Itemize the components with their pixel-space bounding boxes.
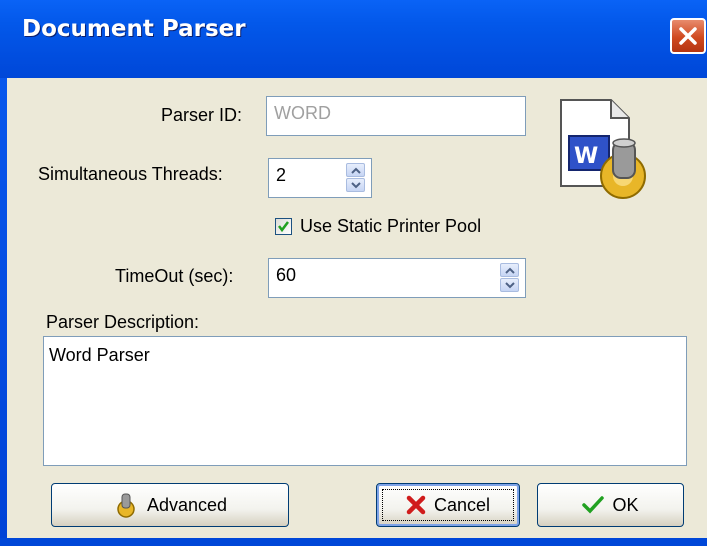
red-x-icon [406,495,426,515]
close-icon [679,27,697,45]
word-parser-icon: W [560,99,646,199]
description-label: Parser Description: [46,312,200,332]
arrow-down-icon [505,282,515,289]
gear-icon [117,493,135,518]
threads-spin-down[interactable] [346,178,365,192]
description-textarea[interactable]: Word Parser [43,336,687,466]
cancel-label: Cancel [433,494,491,515]
static-pool-checkbox[interactable] [275,218,292,235]
threads-label: Simultaneous Threads: [38,164,223,184]
arrow-up-icon [505,267,515,274]
static-pool-label[interactable]: Use Static Printer Pool [300,216,481,237]
advanced-label: Advanced [146,494,228,515]
timeout-label: TimeOut (sec): [115,266,234,286]
arrow-down-icon [351,182,361,189]
parser-id-field: WORD [266,96,526,136]
parser-id-label: Parser ID: [161,105,243,125]
timeout-spin-down[interactable] [500,278,519,292]
check-icon [278,221,289,233]
advanced-button[interactable]: Advanced [51,483,289,527]
timeout-spinner[interactable] [500,263,519,293]
timeout-field[interactable]: 60 [268,258,526,298]
svg-text:W: W [574,144,598,169]
dialog-window: Document Parser Parser ID: WORD Simultan… [0,0,707,546]
arrow-up-icon [351,167,361,174]
ok-label: OK [612,494,639,515]
threads-spinner[interactable] [346,163,365,193]
cancel-button[interactable]: Cancel [376,483,520,527]
close-button[interactable] [670,18,706,54]
ok-button[interactable]: OK [537,483,684,527]
threads-spin-up[interactable] [346,163,365,177]
window-bottom-border [0,538,707,546]
window-title: Document Parser [22,16,246,42]
timeout-spin-up[interactable] [500,263,519,277]
green-check-icon [582,496,605,514]
title-bar[interactable]: Document Parser [0,0,707,78]
